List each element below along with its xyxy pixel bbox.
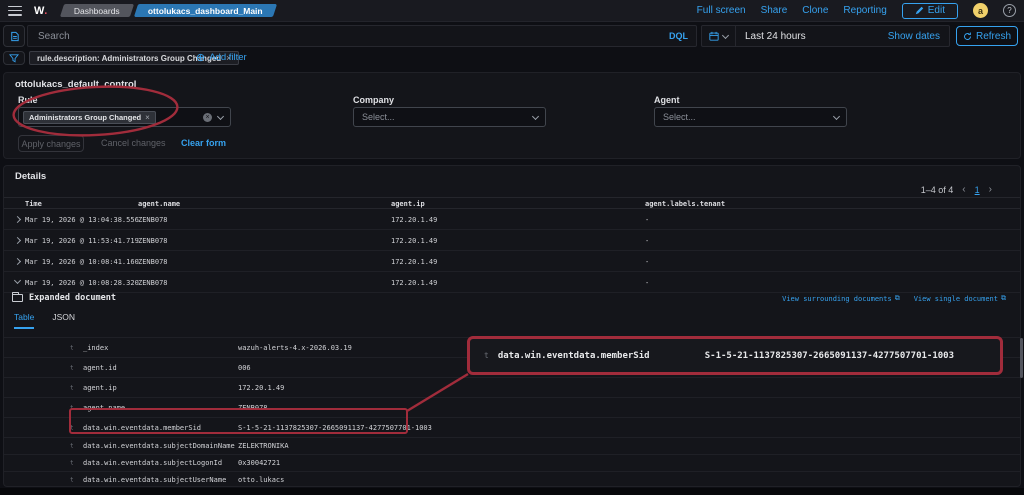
field-row: t agent.ip 172.20.1.49 xyxy=(4,377,1020,397)
field-row: t data.win.eventdata.subjectDomainName Z… xyxy=(4,437,1020,454)
field-type-icon: t xyxy=(484,351,489,360)
reporting-link[interactable]: Reporting xyxy=(843,5,886,16)
chevron-down-icon xyxy=(532,112,539,119)
bottom-bar xyxy=(0,488,1024,495)
refresh-icon xyxy=(963,32,972,41)
view-surrounding-documents-link[interactable]: View surrounding documents⧉ xyxy=(782,294,900,303)
field-row: t data.win.eventdata.memberSid S-1-5-21-… xyxy=(4,417,1020,437)
clear-selection-icon[interactable]: × xyxy=(203,113,212,122)
top-navbar: W. Dashboards ottolukacs_dashboard_Main … xyxy=(0,0,1024,22)
saved-query-icon[interactable] xyxy=(3,25,25,47)
tab-table[interactable]: Table xyxy=(14,312,34,329)
field-type-icon: t xyxy=(70,404,74,411)
field-row: t agent.name ZENB078 xyxy=(4,397,1020,417)
calendar-dropdown[interactable] xyxy=(702,26,736,46)
clear-form-button[interactable]: Clear form xyxy=(181,138,226,148)
page-number-button[interactable]: 1 xyxy=(975,185,980,195)
search-placeholder: Search xyxy=(38,31,70,42)
scrollbar-thumb[interactable] xyxy=(1020,338,1023,378)
field-type-icon: t xyxy=(70,459,74,466)
cancel-changes-button[interactable]: Cancel changes xyxy=(101,138,166,148)
edit-button[interactable]: Edit xyxy=(902,3,958,19)
wazuh-dashboard-app: W. Dashboards ottolukacs_dashboard_Main … xyxy=(0,0,1024,495)
dql-button[interactable]: DQL xyxy=(669,31,688,41)
callout-field-name: data.win.eventdata.memberSid xyxy=(498,351,650,361)
calendar-icon xyxy=(709,31,719,41)
rule-label: Rule xyxy=(18,95,38,105)
details-table-header: Time agent.name agent.ip agent.labels.te… xyxy=(4,197,1020,209)
tab-json[interactable]: JSON xyxy=(52,312,75,329)
time-range-picker: Last 24 hours Show dates xyxy=(701,25,950,47)
expanded-document-header: Expanded document xyxy=(12,293,116,303)
field-type-icon: t xyxy=(70,364,74,371)
pagination-range: 1–4 of 4 xyxy=(921,185,954,195)
wazuh-logo[interactable]: W. xyxy=(34,5,48,17)
remove-rule-icon[interactable]: × xyxy=(145,113,150,122)
add-filter-button[interactable]: ⊕ Add filter xyxy=(196,52,247,63)
pencil-icon xyxy=(915,6,924,15)
plus-icon: ⊕ xyxy=(196,53,205,63)
membersid-callout: t data.win.eventdata.memberSid S-1-5-21-… xyxy=(467,336,1003,375)
document-icon xyxy=(12,294,23,302)
field-type-icon: t xyxy=(70,424,74,431)
nav-actions: Full screen Share Clone Reporting Edit a… xyxy=(697,3,1024,19)
agent-label: Agent xyxy=(654,95,680,105)
details-table-body: Mar 19, 2026 @ 13:04:38.556 ZENB078 172.… xyxy=(4,209,1020,293)
document-links: View surrounding documents⧉ View single … xyxy=(782,294,1006,303)
row-expander-icon[interactable] xyxy=(14,237,21,244)
show-dates-button[interactable]: Show dates xyxy=(888,31,949,42)
chevron-down-icon xyxy=(217,112,224,119)
field-type-icon: t xyxy=(70,384,74,391)
share-link[interactable]: Share xyxy=(761,5,788,16)
control-panel: ottolukacs_default_control Rule Administ… xyxy=(3,72,1021,159)
filter-icon[interactable] xyxy=(3,51,25,65)
rule-selected-pill: Administrators Group Changed × xyxy=(23,111,156,124)
clone-link[interactable]: Clone xyxy=(802,5,828,16)
user-avatar[interactable]: a xyxy=(973,3,988,18)
field-type-icon: t xyxy=(70,344,74,351)
refresh-button[interactable]: Refresh xyxy=(956,26,1018,46)
search-input[interactable]: Search DQL xyxy=(27,25,697,47)
control-panel-title: ottolukacs_default_control xyxy=(15,79,136,90)
field-type-icon: t xyxy=(70,476,74,483)
company-label: Company xyxy=(353,95,394,105)
menu-icon[interactable] xyxy=(8,6,22,16)
row-expander-icon[interactable] xyxy=(14,258,21,265)
next-page-button[interactable]: › xyxy=(989,184,992,195)
table-row: Mar 19, 2026 @ 13:04:38.556 ZENB078 172.… xyxy=(4,209,1020,230)
details-title: Details xyxy=(15,171,46,182)
full-screen-link[interactable]: Full screen xyxy=(697,5,746,16)
chevron-down-icon xyxy=(833,112,840,119)
prev-page-button[interactable]: ‹ xyxy=(962,184,965,195)
pagination: 1–4 of 4 ‹ 1 › xyxy=(921,184,992,195)
table-row: Mar 19, 2026 @ 10:08:41.160 ZENB078 172.… xyxy=(4,251,1020,272)
breadcrumb: Dashboards ottolukacs_dashboard_Main xyxy=(62,4,275,17)
company-select[interactable]: Select... xyxy=(353,107,546,127)
row-expander-icon[interactable] xyxy=(14,216,21,223)
apply-changes-button[interactable]: Apply changes xyxy=(18,135,84,152)
details-panel: Details 1–4 of 4 ‹ 1 › Time agent.name a… xyxy=(3,165,1021,487)
expanded-document-title: Expanded document xyxy=(29,293,116,303)
table-row: Mar 19, 2026 @ 10:08:28.320 ZENB078 172.… xyxy=(4,272,1020,293)
row-expander-icon[interactable] xyxy=(14,277,21,284)
callout-field-value: S-1-5-21-1137825307-2665091137-427750770… xyxy=(705,351,954,361)
table-row: Mar 19, 2026 @ 11:53:41.719 ZENB078 172.… xyxy=(4,230,1020,251)
breadcrumb-dashboards[interactable]: Dashboards xyxy=(60,4,134,17)
external-link-icon: ⧉ xyxy=(895,294,900,303)
time-range-value[interactable]: Last 24 hours xyxy=(736,31,806,42)
breadcrumb-current-dashboard[interactable]: ottolukacs_dashboard_Main xyxy=(134,4,277,17)
document-tabs: Table JSON xyxy=(14,312,75,329)
field-type-icon: t xyxy=(70,442,74,449)
view-single-document-link[interactable]: View single document⧉ xyxy=(914,294,1006,303)
agent-select[interactable]: Select... xyxy=(654,107,847,127)
external-link-icon: ⧉ xyxy=(1001,294,1006,303)
rule-select[interactable]: Administrators Group Changed × × xyxy=(18,107,231,127)
help-icon[interactable]: ? xyxy=(1003,4,1016,17)
field-row: t data.win.eventdata.subjectLogonId 0x30… xyxy=(4,454,1020,471)
chevron-down-icon xyxy=(722,31,729,38)
field-row: t data.win.eventdata.subjectUserName ott… xyxy=(4,471,1020,488)
